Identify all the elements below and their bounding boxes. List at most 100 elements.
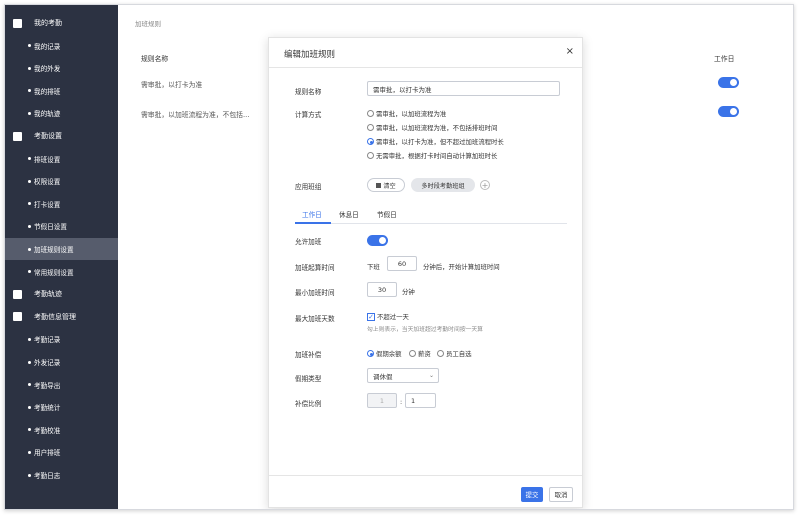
sidebar-item-label: 考勤导出 xyxy=(34,381,61,390)
tab-workday[interactable]: 工作日 xyxy=(302,209,322,219)
trash-icon xyxy=(376,182,382,188)
submit-button[interactable]: 提交 xyxy=(521,487,543,502)
allow-overtime-label: 允许加班 xyxy=(295,238,322,246)
checkbox-checked-icon: ✓ xyxy=(367,312,375,321)
active-tab-indicator xyxy=(295,222,331,224)
start-minutes-input[interactable]: 60 xyxy=(387,256,417,271)
sidebar-item[interactable]: 排班设置 xyxy=(5,148,118,170)
max-days-label: 最大加班天数 xyxy=(295,315,335,323)
sidebar-item-label: 权限设置 xyxy=(34,178,61,187)
info-doc-icon xyxy=(13,312,22,322)
calc-option[interactable]: 无需审批，根据打卡时间自动计算加班时长 xyxy=(367,151,497,160)
comp-option[interactable]: 薪资 xyxy=(409,349,431,358)
sidebar-group[interactable]: 考勤设置 xyxy=(5,125,118,147)
sidebar-item-label: 我的记录 xyxy=(34,42,61,51)
sidebar: 我的考勤我的记录我的外发我的排班我的轨迹 考勤设置排班设置权限设置打卡设置节假日设… xyxy=(5,5,118,509)
sidebar-item[interactable]: 打卡设置 xyxy=(5,193,118,215)
bullet-icon xyxy=(28,157,31,161)
min-unit: 分钟 xyxy=(402,288,415,296)
footer-divider xyxy=(269,475,582,476)
sidebar-item[interactable]: 我的记录 xyxy=(5,35,118,57)
sidebar-item-label: 我的考勤 xyxy=(34,19,62,27)
settings-doc-icon xyxy=(13,131,22,141)
shift-group-label: 应用班组 xyxy=(295,183,322,191)
sidebar-item[interactable]: 我的排班 xyxy=(5,80,118,102)
bullet-icon xyxy=(28,360,31,364)
sidebar-item[interactable]: 用户排班 xyxy=(5,441,118,463)
column-header-rule-name: 规则名称 xyxy=(141,55,169,63)
calc-method-label: 计算方式 xyxy=(295,111,322,119)
bullet-icon xyxy=(28,44,31,48)
sidebar-item-label: 考勤记录 xyxy=(34,336,61,345)
start-prefix: 下班 xyxy=(367,263,380,271)
sidebar-group[interactable]: 考勤轨迹 xyxy=(5,283,118,305)
sidebar-item-label: 我的外发 xyxy=(34,65,61,74)
calc-option[interactable]: 需审批，以加班流程为准，不包括排班时间 xyxy=(367,123,497,132)
workday-toggle[interactable] xyxy=(718,77,739,88)
rule-row-name[interactable]: 需审批，以打卡为准 xyxy=(141,79,202,89)
comp-option[interactable]: 假期余额 xyxy=(367,349,402,358)
sidebar-item-label: 排班设置 xyxy=(34,155,61,164)
bullet-icon xyxy=(28,224,31,228)
allow-overtime-toggle[interactable] xyxy=(367,235,388,246)
radio-circle xyxy=(409,350,416,357)
bullet-icon xyxy=(28,337,31,341)
radio-circle xyxy=(367,124,374,131)
bullet-icon xyxy=(28,179,31,183)
ratio-left-input[interactable]: 1 xyxy=(367,393,397,408)
sidebar-item-label: 节假日设置 xyxy=(34,223,67,232)
rule-name-input[interactable]: 需审批，以打卡为准 xyxy=(367,81,560,96)
sidebar-item[interactable]: 常用规则设置 xyxy=(5,261,118,283)
sidebar-item[interactable]: 外发记录 xyxy=(5,351,118,373)
add-shift-icon[interactable]: + xyxy=(480,180,490,190)
radio-circle-selected xyxy=(367,350,374,357)
sidebar-item-label: 我的排班 xyxy=(34,87,61,96)
sidebar-item[interactable]: 考勤统计 xyxy=(5,396,118,418)
radio-circle-selected xyxy=(367,138,374,145)
sidebar-item[interactable]: 节假日设置 xyxy=(5,215,118,237)
ratio-separator: : xyxy=(400,398,403,406)
sidebar-item[interactable]: 我的轨迹 xyxy=(5,102,118,124)
sidebar-item[interactable]: 权限设置 xyxy=(5,170,118,192)
day-type-tabs: 工作日 休息日 节假日 xyxy=(295,206,567,224)
cancel-button[interactable]: 取消 xyxy=(549,487,573,502)
leave-type-select[interactable]: 调休假 ⌄ xyxy=(367,368,439,383)
min-time-label: 最小加班时间 xyxy=(295,289,335,297)
calendar-icon xyxy=(13,18,22,28)
app-window: 我的考勤我的记录我的外发我的排班我的轨迹 考勤设置排班设置权限设置打卡设置节假日设… xyxy=(4,4,794,510)
close-icon[interactable]: × xyxy=(566,46,574,57)
workday-toggle[interactable] xyxy=(718,106,739,117)
calc-option[interactable]: 需审批，以加班流程为准 xyxy=(367,109,446,118)
ratio-right-input[interactable]: 1 xyxy=(405,393,436,408)
sidebar-item[interactable]: 考勤日志 xyxy=(5,464,118,486)
dialog-title: 编辑加班规则 xyxy=(284,50,336,60)
shift-tag[interactable]: 多时段考勤班组 xyxy=(411,178,475,192)
column-header-workday: 工作日 xyxy=(714,55,735,63)
track-doc-icon xyxy=(13,289,22,299)
sidebar-item-label: 考勤日志 xyxy=(34,472,61,480)
sidebar-group[interactable]: 我的考勤 xyxy=(5,12,118,34)
bullet-icon xyxy=(28,111,31,115)
sidebar-item[interactable]: 考勤导出 xyxy=(5,374,118,396)
sidebar-item-label: 外发记录 xyxy=(34,359,61,367)
comp-option[interactable]: 员工自选 xyxy=(437,349,472,358)
min-minutes-input[interactable]: 30 xyxy=(367,282,397,297)
tab-holiday[interactable]: 节假日 xyxy=(377,209,397,219)
sidebar-item[interactable]: 加班规则设置 xyxy=(5,238,118,260)
sidebar-item[interactable]: 考勤记录 xyxy=(5,328,118,350)
bullet-icon xyxy=(28,405,31,409)
sidebar-item-label: 常用规则设置 xyxy=(34,268,74,277)
sidebar-item[interactable]: 考勤校准 xyxy=(5,419,118,441)
bullet-icon xyxy=(28,202,31,206)
max-days-checkbox[interactable]: ✓ 不超过一天 xyxy=(367,312,409,321)
tab-restday[interactable]: 休息日 xyxy=(339,209,359,219)
sidebar-group[interactable]: 考勤信息管理 xyxy=(5,306,118,328)
rule-row-name[interactable]: 需审批，以加班流程为准，不包括... xyxy=(141,109,249,119)
calc-option[interactable]: 需审批，以打卡为准，但不超过加班流程时长 xyxy=(367,137,504,146)
radio-circle xyxy=(437,350,444,357)
sidebar-item[interactable]: 我的外发 xyxy=(5,57,118,79)
bullet-icon xyxy=(28,450,31,454)
bullet-icon xyxy=(28,66,31,70)
clear-button[interactable]: 清空 xyxy=(367,178,405,192)
edit-rule-dialog: 编辑加班规则 × 规则名称 需审批，以打卡为准 计算方式 需审批，以加班流程为准… xyxy=(268,37,583,508)
